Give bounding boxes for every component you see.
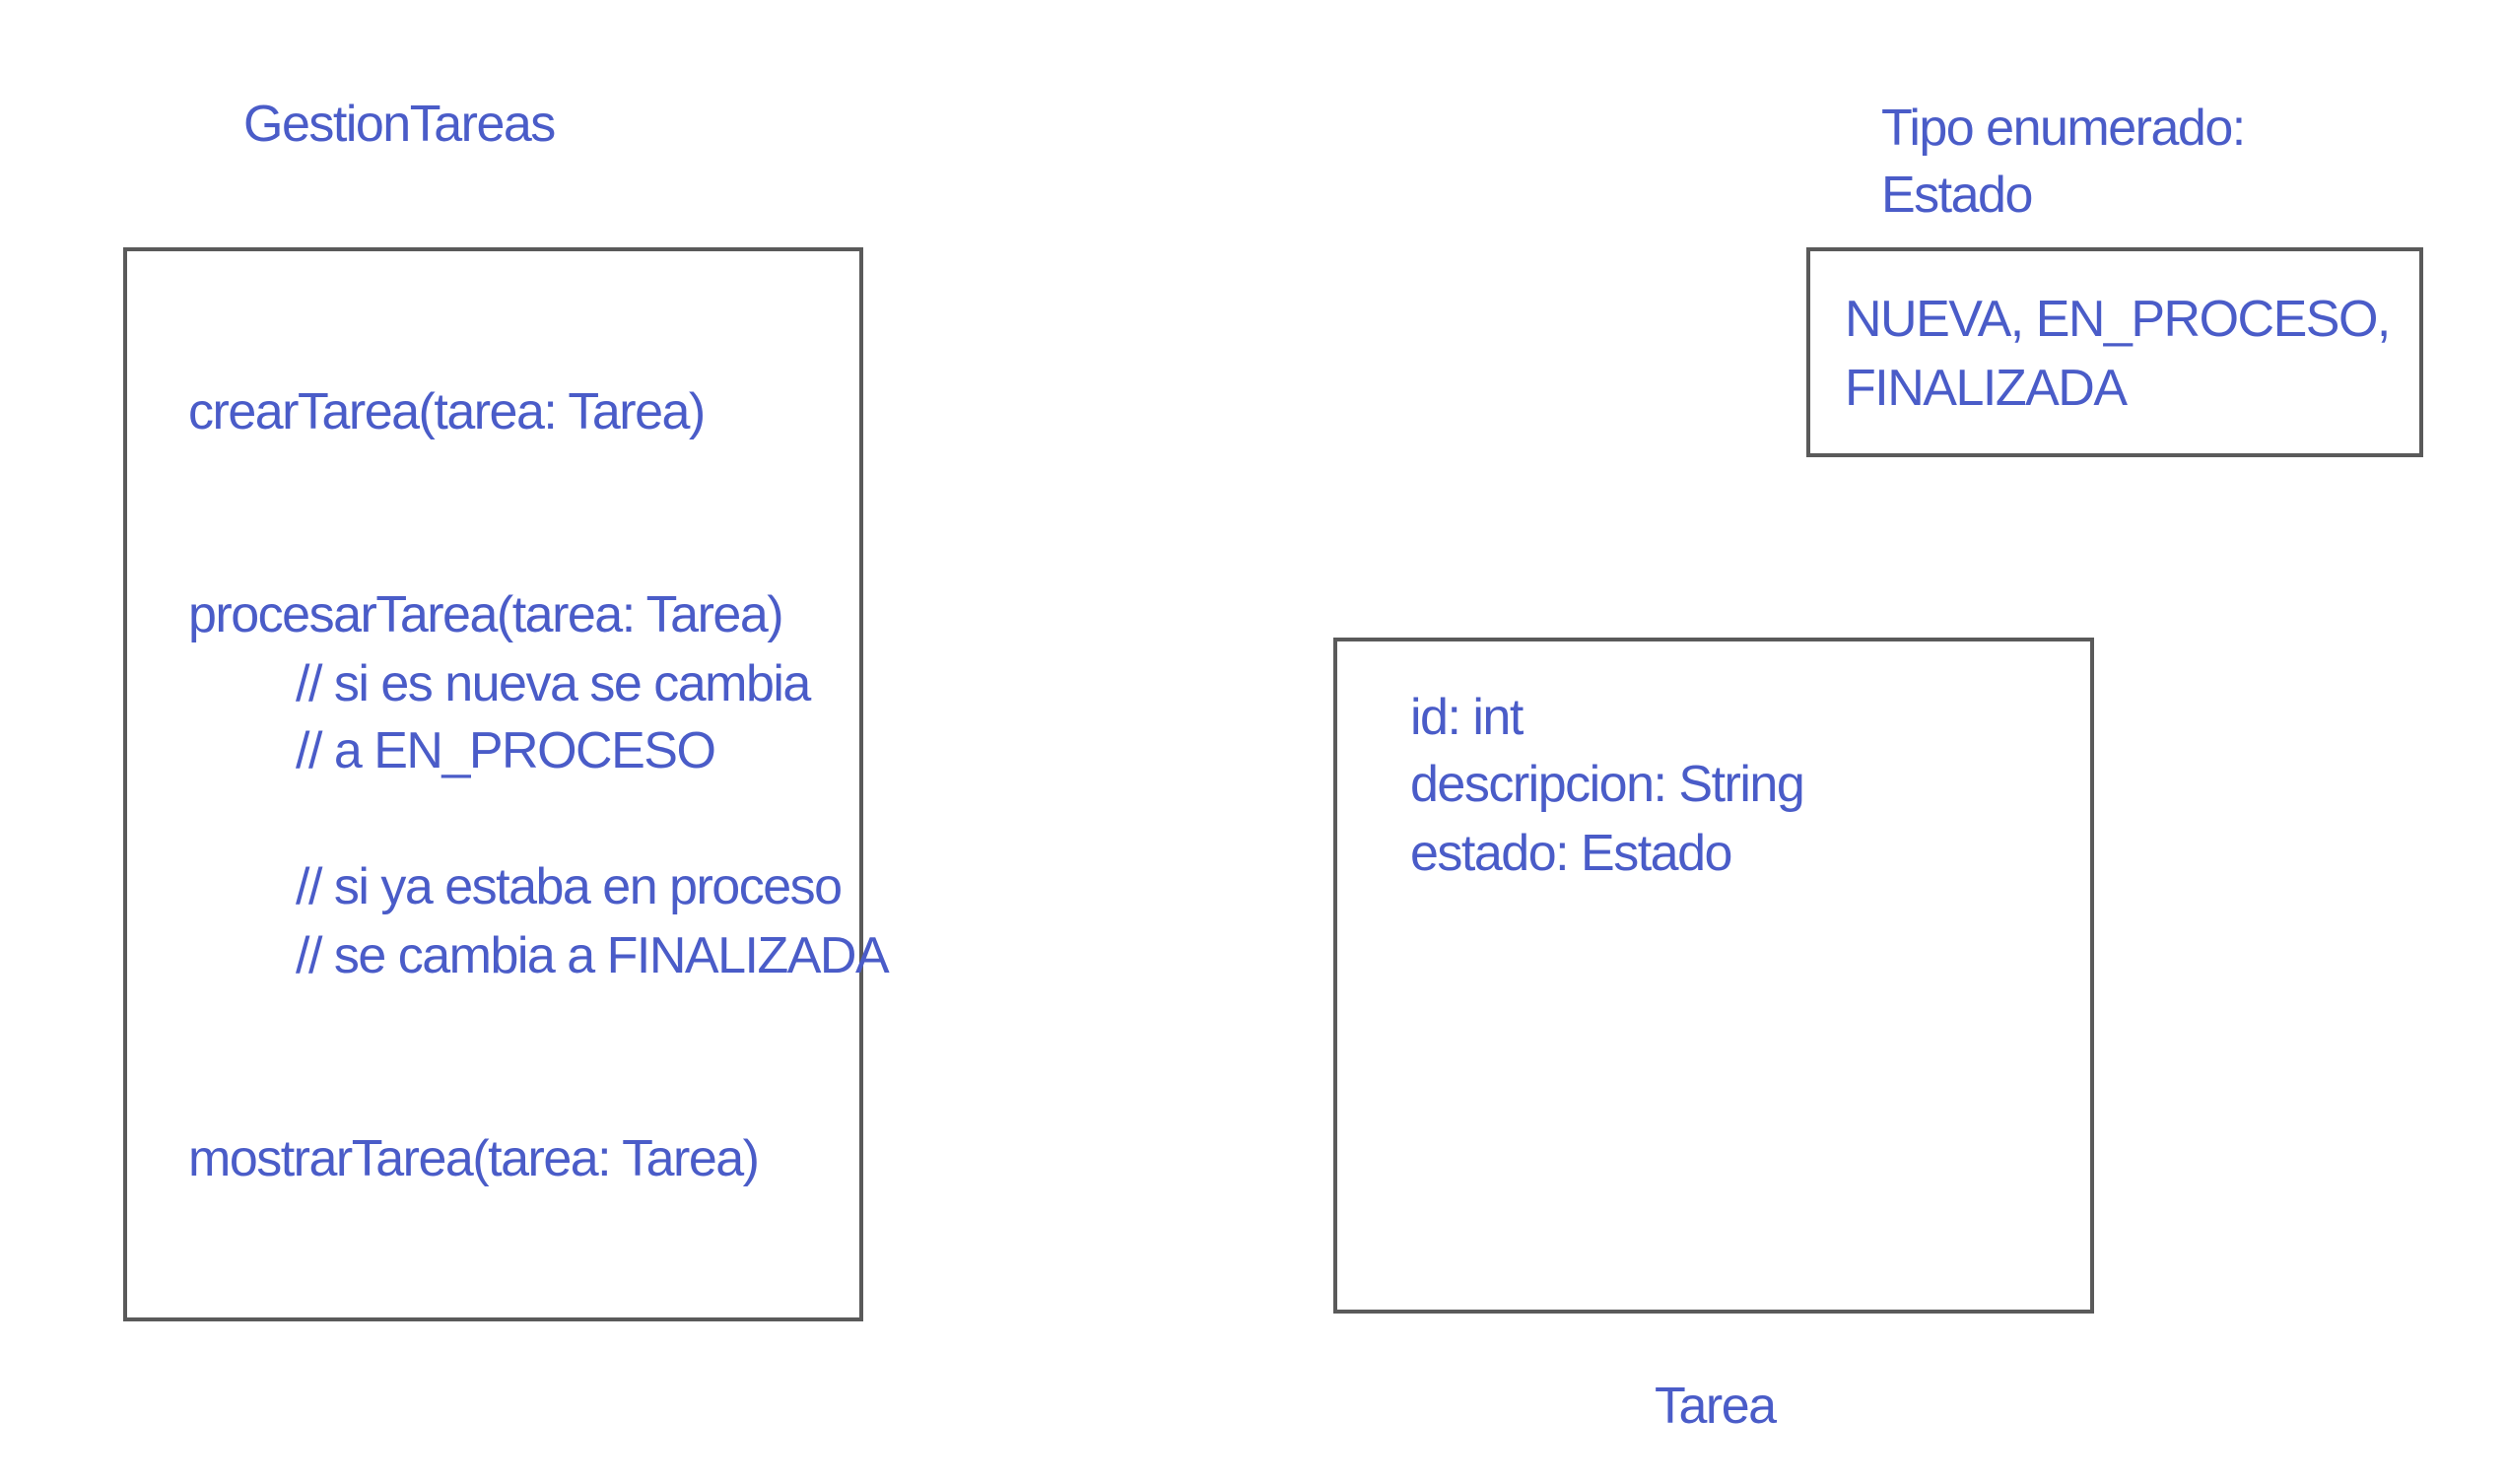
enum-values-line1: NUEVA, EN_PROCESO,	[1845, 291, 2391, 348]
comment-line: // si ya estaba en proceso	[296, 858, 843, 915]
tarea-title: Tarea	[1655, 1378, 1777, 1435]
enum-title-line1: Tipo enumerado:	[1881, 100, 2246, 157]
comment-line: // si es nueva se cambia	[296, 655, 811, 712]
comment-line: // a EN_PROCESO	[296, 722, 716, 779]
method-crear-tarea: crearTarea(tarea: Tarea)	[188, 383, 706, 440]
method-procesar-tarea: procesarTarea(tarea: Tarea)	[188, 586, 784, 643]
tarea-attribute: descripcion: String	[1410, 756, 1805, 813]
enum-values-line2: FINALIZADA	[1845, 360, 2128, 417]
tarea-attribute: id: int	[1410, 689, 1524, 746]
method-mostrar-tarea: mostrarTarea(tarea: Tarea)	[188, 1130, 760, 1187]
enum-title-line2: Estado	[1881, 167, 2033, 224]
comment-line: // se cambia a FINALIZADA	[296, 927, 890, 984]
tarea-attribute: estado: Estado	[1410, 825, 1732, 882]
gestion-tareas-title: GestionTareas	[243, 96, 556, 153]
